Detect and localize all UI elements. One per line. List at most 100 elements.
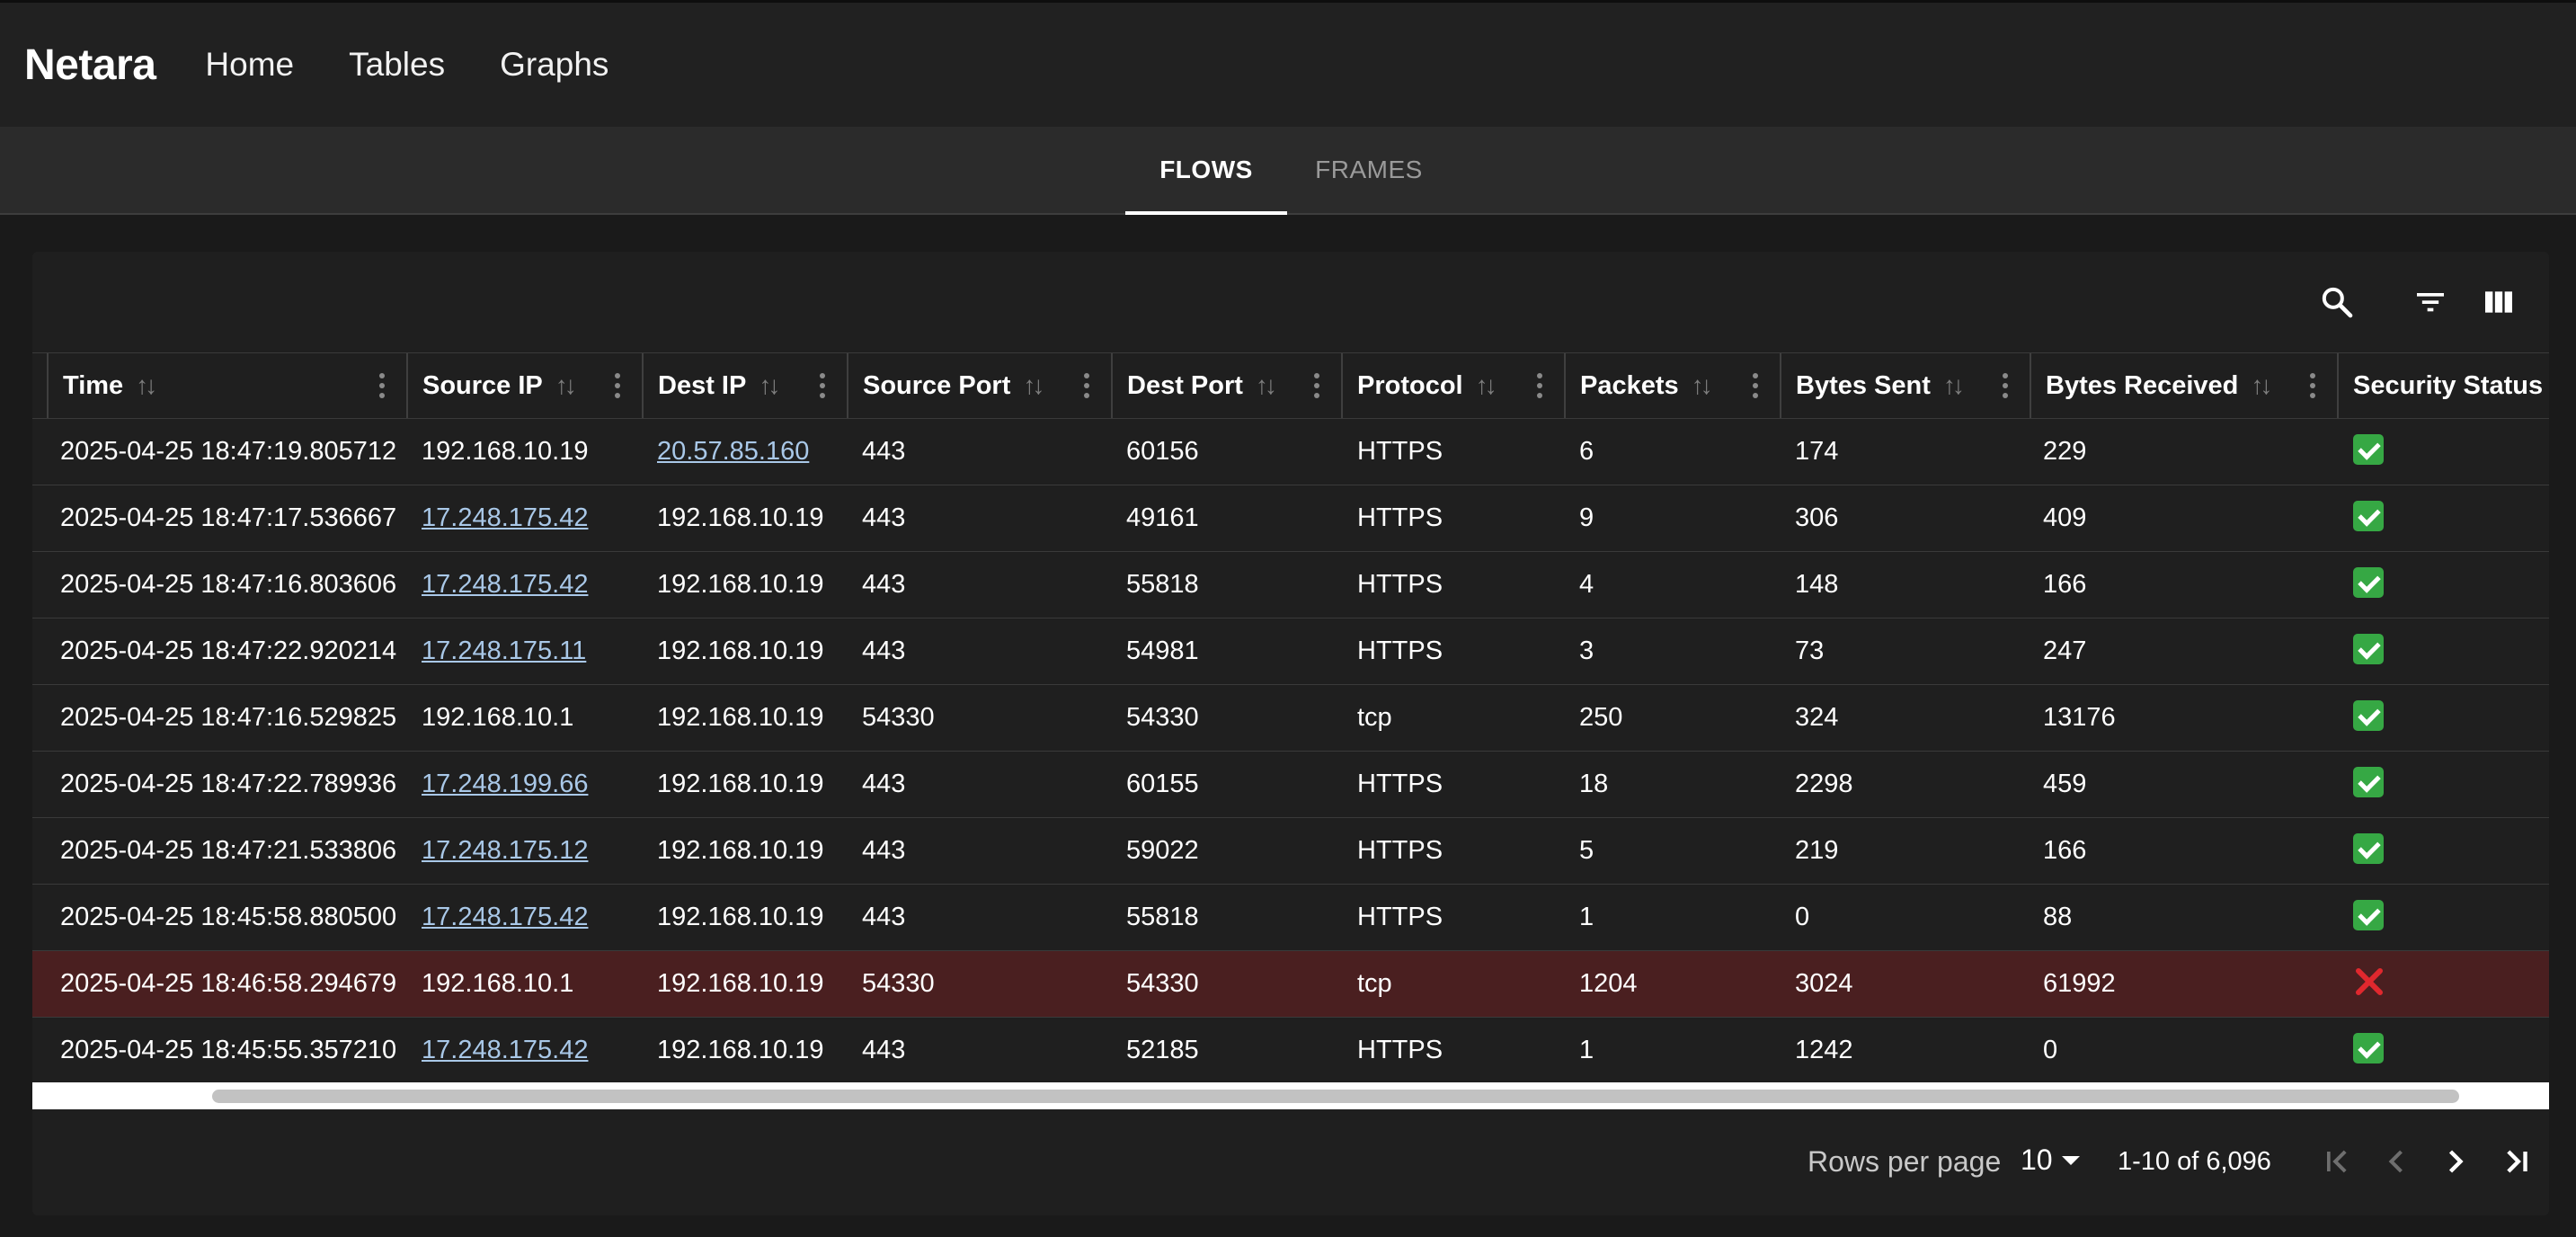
check-mark-icon [2353,833,2384,865]
cell-protocol: HTTPS [1357,836,1443,865]
nav-graphs[interactable]: Graphs [500,46,608,84]
column-menu-icon[interactable] [2003,373,2008,398]
sort-icon[interactable]: ↑↓ [1023,371,1044,400]
cell-dest-ip[interactable]: 20.57.85.160 [657,419,809,485]
column-header-protocol[interactable]: Protocol ↑↓ [1341,353,1564,418]
brand-logo[interactable]: Netara [24,40,156,90]
table-row[interactable]: 2025-04-25 18:47:22.789936 17.248.199.66 1… [32,752,2549,818]
nav-tables[interactable]: Tables [349,46,445,84]
column-menu-icon[interactable] [1753,373,1758,398]
cell-time: 2025-04-25 18:47:17.536667 [60,503,397,532]
filter-icon[interactable] [2412,284,2448,320]
sort-icon[interactable]: ↑↓ [1692,371,1713,400]
column-menu-icon[interactable] [1537,373,1542,398]
cell-bytes-sent: 306 [1795,503,1839,532]
column-label: Time [63,370,124,400]
rows-per-page-label: Rows per page [1808,1145,2002,1178]
cell-packets: 3 [1579,636,1594,665]
flows-table-card: Time ↑↓ Source IP ↑↓ Dest IP ↑↓ Source P… [32,252,2549,1215]
sort-icon[interactable]: ↑↓ [555,371,577,400]
column-header-security-status[interactable]: Security Status [2337,353,2549,418]
column-header-dest-ip[interactable]: Dest IP ↑↓ [642,353,847,418]
scrollbar-thumb[interactable] [212,1090,2459,1103]
cell-dest-port: 52185 [1126,1036,1199,1064]
check-mark-icon [2353,501,2384,532]
cell-packets: 9 [1579,503,1594,532]
column-menu-icon[interactable] [1314,373,1319,398]
cell-protocol: HTTPS [1357,770,1443,798]
cell-security-status [2353,752,2384,817]
cell-security-status [2353,552,2384,618]
table-row[interactable]: 2025-04-25 18:47:17.536667 17.248.175.42 1… [32,485,2549,552]
last-page-icon[interactable] [2497,1142,2536,1181]
table-row[interactable]: 2025-04-25 18:47:16.529825 192.168.10.1 19… [32,685,2549,752]
column-header-source-ip[interactable]: Source IP ↑↓ [406,353,642,418]
cell-source-port: 443 [862,836,906,865]
column-menu-icon[interactable] [379,373,385,398]
cell-dest-port: 60156 [1126,437,1199,466]
column-header-bytes-sent[interactable]: Bytes Sent ↑↓ [1780,353,2030,418]
cell-packets: 6 [1579,437,1594,466]
column-label: Packets [1580,370,1679,400]
cell-source-ip[interactable]: 17.248.175.42 [422,1018,588,1083]
cell-security-status [2353,618,2384,684]
cell-security-status [2353,685,2384,751]
column-header-dest-port[interactable]: Dest Port ↑↓ [1111,353,1341,418]
table-row[interactable]: 2025-04-25 18:47:19.805712 192.168.10.19 2… [32,419,2549,485]
column-header-packets[interactable]: Packets ↑↓ [1564,353,1780,418]
column-menu-icon[interactable] [820,373,825,398]
horizontal-scrollbar[interactable] [32,1082,2549,1109]
cell-protocol: HTTPS [1357,903,1443,931]
search-icon[interactable] [2319,284,2355,320]
sort-icon[interactable]: ↑↓ [2251,371,2272,400]
cell-bytes-received: 409 [2043,503,2087,532]
sort-icon[interactable]: ↑↓ [759,371,780,400]
tab-flows[interactable]: FLOWS [1125,127,1287,215]
cell-source-ip[interactable]: 17.248.175.12 [422,818,588,884]
cell-time: 2025-04-25 18:47:19.805712 [60,437,397,466]
cell-time: 2025-04-25 18:45:58.880500 [60,903,397,931]
cell-source-port: 443 [862,636,906,665]
cell-source-port: 443 [862,770,906,798]
table-row[interactable]: 2025-04-25 18:46:58.294679 192.168.10.1 19… [32,951,2549,1018]
column-menu-icon[interactable] [2310,373,2315,398]
cell-bytes-received: 13176 [2043,703,2116,732]
cell-source-ip[interactable]: 17.248.175.42 [422,885,588,950]
cell-protocol: HTTPS [1357,570,1443,599]
cell-source-ip[interactable]: 17.248.175.42 [422,485,588,551]
cell-bytes-sent: 324 [1795,703,1839,732]
previous-page-icon[interactable] [2376,1142,2416,1181]
sort-icon[interactable]: ↑↓ [1943,371,1965,400]
columns-icon[interactable] [2481,284,2517,320]
sort-icon[interactable]: ↑↓ [1256,371,1277,400]
first-page-icon[interactable] [2317,1142,2357,1181]
table-row[interactable]: 2025-04-25 18:47:16.803606 17.248.175.42 1… [32,552,2549,618]
cell-dest-port: 54330 [1126,969,1199,998]
cell-dest-ip: 192.168.10.19 [657,503,824,532]
cell-bytes-sent: 0 [1795,903,1810,931]
table-row[interactable]: 2025-04-25 18:47:22.920214 17.248.175.11 1… [32,618,2549,685]
column-header-bytes-received[interactable]: Bytes Received ↑↓ [2030,353,2337,418]
cell-bytes-sent: 148 [1795,570,1839,599]
cell-source-ip[interactable]: 17.248.175.11 [422,618,586,684]
sort-icon[interactable]: ↑↓ [1476,371,1497,400]
cell-source-port: 54330 [862,969,935,998]
cell-source-ip[interactable]: 17.248.199.66 [422,752,588,817]
cell-dest-port: 60155 [1126,770,1199,798]
column-label: Dest IP [658,370,747,400]
column-header-source-port[interactable]: Source Port ↑↓ [847,353,1111,418]
column-menu-icon[interactable] [1084,373,1089,398]
rows-per-page-select[interactable]: 10 [2021,1144,2053,1177]
table-row[interactable]: 2025-04-25 18:45:55.357210 17.248.175.42 1… [32,1018,2549,1084]
table-row[interactable]: 2025-04-25 18:45:58.880500 17.248.175.42 1… [32,885,2549,951]
nav-home[interactable]: Home [205,46,294,84]
table-row[interactable]: 2025-04-25 18:47:21.533806 17.248.175.12 1… [32,818,2549,885]
next-page-icon[interactable] [2436,1142,2475,1181]
column-label: Source IP [422,370,543,400]
caret-down-icon[interactable] [2062,1156,2080,1165]
sort-icon[interactable]: ↑↓ [136,371,157,400]
cell-source-ip[interactable]: 17.248.175.42 [422,552,588,618]
column-header-time[interactable]: Time ↑↓ [47,353,406,418]
tab-frames[interactable]: FRAMES [1301,127,1436,213]
column-menu-icon[interactable] [615,373,620,398]
